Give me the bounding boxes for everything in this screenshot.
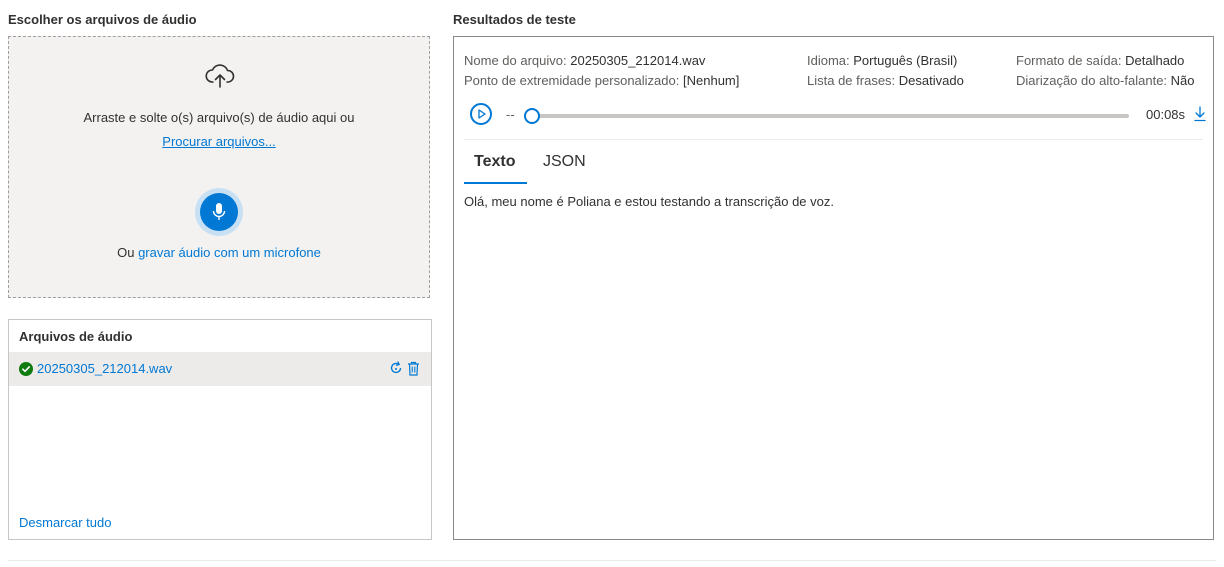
meta-language-label: Idioma: — [807, 53, 850, 68]
delete-icon[interactable] — [407, 361, 420, 379]
meta-endpoint-value: [Nenhum] — [683, 73, 740, 88]
browse-files-link[interactable]: Procurar arquivos... — [162, 134, 275, 149]
divider — [464, 139, 1203, 140]
seek-thumb[interactable] — [524, 108, 540, 124]
test-results-panel: Nome do arquivo: 20250305_212014.wav Pon… — [453, 36, 1214, 540]
audio-dropzone[interactable]: Arraste e solte o(s) arquivo(s) de áudio… — [8, 36, 430, 298]
meta-phrase-label: Lista de frases: — [807, 73, 896, 88]
record-microphone-button[interactable] — [200, 193, 238, 231]
audio-files-title: Arquivos de áudio — [19, 329, 133, 344]
success-check-icon — [19, 362, 33, 379]
list-item[interactable]: 20250305_212014.wav — [9, 352, 431, 386]
active-tab-indicator — [464, 182, 527, 184]
duration: 00:08s — [1146, 107, 1186, 122]
meta-endpoint-label: Ponto de extremidade personalizado: — [464, 73, 680, 88]
meta-diarization: Diarização do alto-falante: Não — [1016, 73, 1195, 88]
meta-format-value: Detalhado — [1125, 53, 1185, 68]
meta-endpoint: Ponto de extremidade personalizado: [Nen… — [464, 73, 739, 88]
seek-bar[interactable] — [532, 114, 1129, 118]
current-time: -- — [506, 107, 515, 122]
transcript-text: Olá, meu nome é Poliana e estou testando… — [464, 194, 834, 209]
tab-json[interactable]: JSON — [543, 153, 586, 171]
unselect-all-link[interactable]: Desmarcar tudo — [19, 515, 111, 530]
drop-instructions: Arraste e solte o(s) arquivo(s) de áudio… — [83, 110, 355, 125]
record-prefix: Ou — [117, 245, 135, 260]
test-results-title: Resultados de teste — [453, 12, 576, 27]
meta-file-value: 20250305_212014.wav — [570, 53, 706, 68]
divider — [8, 560, 1216, 561]
meta-phrase-list: Lista de frases: Desativado — [807, 73, 964, 88]
meta-output-format: Formato de saída: Detalhado — [1016, 53, 1184, 68]
meta-diarization-value: Não — [1170, 73, 1195, 88]
download-icon[interactable] — [1194, 106, 1206, 125]
record-audio-link[interactable]: gravar áudio com um microfone — [138, 245, 321, 260]
meta-phrase-value: Desativado — [898, 73, 964, 88]
meta-language: Idioma: Português (Brasil) — [807, 53, 957, 68]
meta-format-label: Formato de saída: — [1016, 53, 1122, 68]
meta-diarization-label: Diarização do alto-falante: — [1016, 73, 1168, 88]
microphone-button-halo — [195, 188, 243, 236]
play-button[interactable] — [470, 103, 492, 125]
meta-file: Nome do arquivo: 20250305_212014.wav — [464, 53, 705, 68]
choose-files-title: Escolher os arquivos de áudio — [8, 12, 197, 27]
meta-file-label: Nome do arquivo: — [464, 53, 567, 68]
cloud-upload-icon — [205, 63, 235, 92]
audio-files-panel: Arquivos de áudio 20250305_212014.wav De… — [8, 319, 432, 540]
meta-language-value: Português (Brasil) — [853, 53, 958, 68]
tab-text[interactable]: Texto — [474, 153, 515, 171]
file-name[interactable]: 20250305_212014.wav — [37, 361, 172, 376]
retry-icon[interactable] — [389, 361, 403, 378]
